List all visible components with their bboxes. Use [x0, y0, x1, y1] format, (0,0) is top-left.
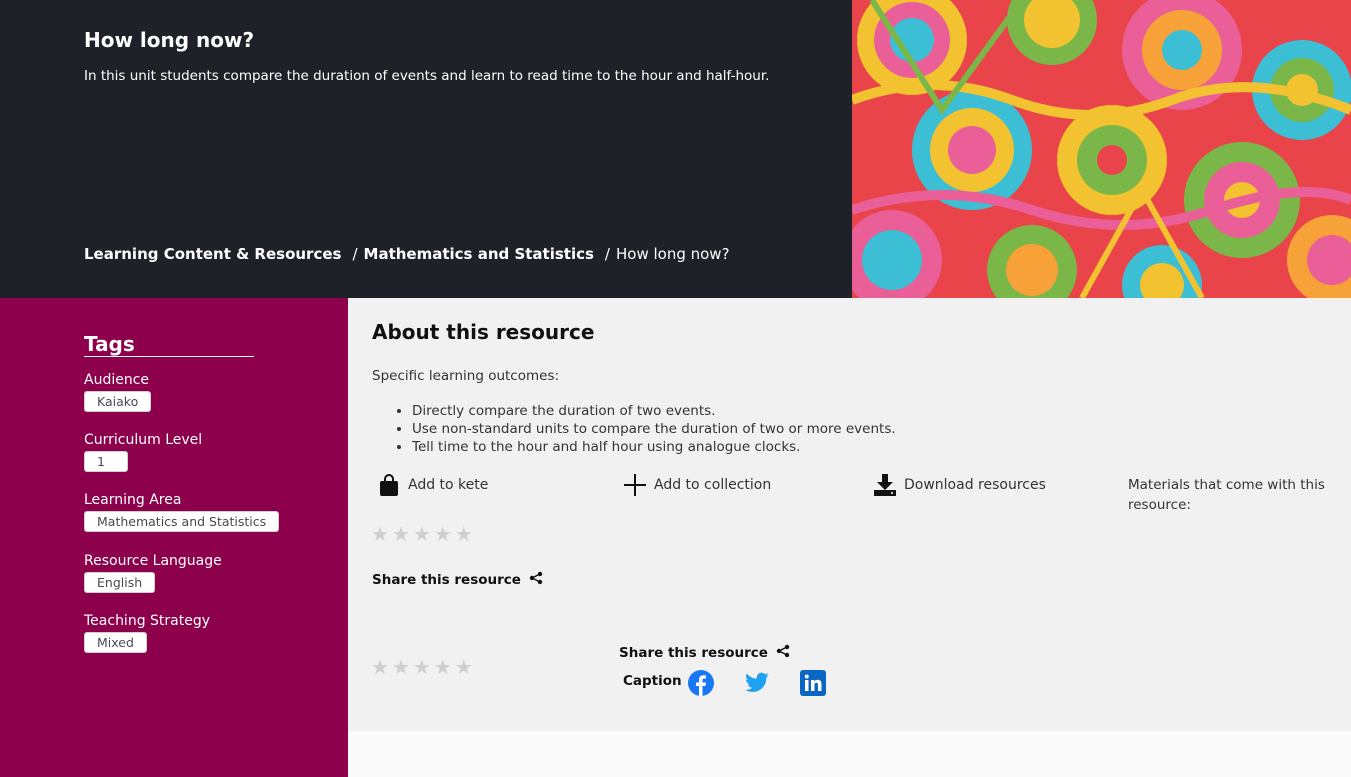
star-icon[interactable]: ★ [392, 524, 410, 544]
outcomes-label: Specific learning outcomes: [372, 368, 560, 384]
plus-icon [623, 473, 647, 497]
tags-divider [84, 356, 254, 357]
star-icon[interactable]: ★ [371, 657, 389, 677]
download-resources-label: Download resources [904, 477, 1046, 493]
page-description: In this unit students compare the durati… [84, 68, 770, 84]
twitter-icon[interactable] [744, 670, 770, 696]
page-title: How long now? [84, 28, 255, 52]
tag-group-learning-area: Learning Area Mathematics and Statistics [84, 492, 280, 532]
add-to-collection-button[interactable]: Add to collection [623, 473, 771, 497]
breadcrumb: Learning Content & Resources / Mathemati… [84, 245, 730, 263]
star-icon[interactable]: ★ [455, 524, 473, 544]
share-icon [529, 571, 543, 589]
tag-group-resource-language: Resource Language English [84, 553, 222, 593]
share-icon [776, 644, 790, 662]
star-icon[interactable]: ★ [413, 524, 431, 544]
share-resource-button[interactable]: Share this resource [372, 571, 543, 589]
tag-label: Resource Language [84, 553, 222, 569]
star-icon[interactable]: ★ [413, 657, 431, 677]
tags-heading: Tags [84, 332, 135, 356]
outcomes-list: Directly compare the duration of two eve… [412, 402, 896, 456]
share-resource-button[interactable]: Share this resource [619, 644, 790, 662]
star-icon[interactable]: ★ [392, 657, 410, 677]
breadcrumb-learning-content[interactable]: Learning Content & Resources [84, 245, 341, 263]
add-to-kete-label: Add to kete [408, 477, 489, 493]
list-item: Directly compare the duration of two eve… [412, 402, 896, 420]
list-item: Use non-standard units to compare the du… [412, 420, 896, 438]
tag-chip[interactable]: Mixed [84, 632, 147, 653]
linkedin-icon[interactable] [800, 670, 826, 696]
tag-chip[interactable]: 1 [84, 451, 128, 472]
breadcrumb-current: How long now? [615, 245, 730, 263]
hero-pattern-image [852, 0, 1351, 298]
star-icon[interactable]: ★ [371, 524, 389, 544]
tag-chip[interactable]: English [84, 572, 156, 593]
tag-group-audience: Audience Kaiako [84, 372, 152, 412]
list-item: Tell time to the hour and half hour usin… [412, 438, 896, 456]
tag-chip[interactable]: Mathematics and Statistics [84, 511, 280, 532]
materials-text: Materials that come with this resource: [1128, 477, 1325, 513]
breadcrumb-separator: / [352, 245, 358, 263]
download-resources-button[interactable]: Download resources [873, 473, 1046, 497]
download-icon [873, 473, 897, 497]
tag-group-teaching-strategy: Teaching Strategy Mixed [84, 613, 210, 653]
add-to-kete-button[interactable]: Add to kete [377, 473, 488, 497]
tag-label: Curriculum Level [84, 432, 203, 448]
rating-stars[interactable]: ★ ★ ★ ★ ★ [371, 657, 473, 677]
breadcrumb-mathematics[interactable]: Mathematics and Statistics [364, 245, 594, 263]
tag-label: Teaching Strategy [84, 613, 211, 629]
tag-label: Learning Area [84, 492, 182, 508]
facebook-icon[interactable] [688, 670, 714, 696]
about-heading: About this resource [372, 320, 595, 344]
share-label: Share this resource [372, 572, 521, 588]
tag-label: Audience [84, 372, 150, 388]
tag-chip[interactable]: Kaiako [84, 391, 152, 412]
breadcrumb-separator: / [604, 245, 610, 263]
star-icon[interactable]: ★ [434, 657, 452, 677]
tag-group-curriculum-level: Curriculum Level 1 [84, 432, 202, 472]
star-icon[interactable]: ★ [434, 524, 452, 544]
add-to-collection-label: Add to collection [654, 477, 772, 493]
share-caption: Caption [623, 673, 682, 689]
share-label: Share this resource [619, 645, 768, 661]
star-icon[interactable]: ★ [455, 657, 473, 677]
tags-sidebar [0, 298, 348, 777]
shopping-bag-icon [377, 473, 401, 497]
rating-stars[interactable]: ★ ★ ★ ★ ★ [371, 524, 473, 544]
